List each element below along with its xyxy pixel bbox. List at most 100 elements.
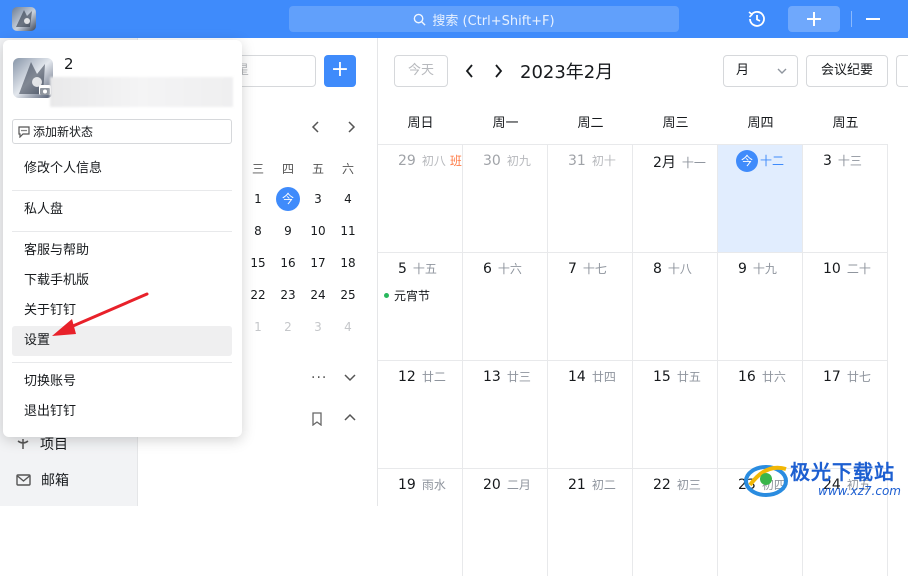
- sidebar-item-label: 邮箱: [41, 473, 69, 489]
- mini-day[interactable]: 17: [306, 251, 330, 275]
- day-label: 17: [823, 369, 841, 385]
- day-number: 12 廿二: [398, 368, 446, 385]
- day-label: 10: [823, 261, 841, 277]
- menu-item-logout[interactable]: 退出钉钉: [12, 397, 232, 427]
- day-cell[interactable]: 3 十三: [803, 144, 888, 252]
- mini-day-today[interactable]: 今: [276, 187, 300, 211]
- day-cell[interactable]: 8 十八: [633, 252, 718, 360]
- meeting-minutes-button[interactable]: 会议纪要: [806, 55, 888, 87]
- more-icon[interactable]: ···: [311, 370, 327, 386]
- search-placeholder: 搜索 (Ctrl+Shift+F): [432, 13, 555, 29]
- day-cell[interactable]: 31 初十: [548, 144, 633, 252]
- user-avatar[interactable]: [12, 7, 36, 31]
- menu-item-edit-profile[interactable]: 修改个人信息: [12, 154, 232, 184]
- mini-next-month-icon[interactable]: [346, 121, 358, 133]
- menu-item-about[interactable]: 关于钉钉: [12, 296, 232, 326]
- watermark-title: 极光下载站: [790, 460, 895, 484]
- add-event-button[interactable]: +: [324, 55, 356, 87]
- day-cell[interactable]: 13 廿三: [463, 360, 548, 468]
- calendar-event[interactable]: 元宵节: [384, 287, 430, 304]
- day-label: 5: [398, 261, 407, 277]
- mini-day[interactable]: 1: [246, 187, 270, 211]
- global-search-input[interactable]: 搜索 (Ctrl+Shift+F): [289, 6, 679, 32]
- add-status-button[interactable]: 添加新状态: [12, 119, 232, 144]
- today-button[interactable]: 今天: [394, 55, 448, 87]
- day-cell[interactable]: 12 廿二: [378, 360, 463, 468]
- mini-prev-month-icon[interactable]: [311, 121, 323, 133]
- day-cell[interactable]: 14 廿四: [548, 360, 633, 468]
- day-label: 20: [483, 477, 501, 493]
- create-button[interactable]: [788, 6, 840, 32]
- weekday-header: 周四: [747, 116, 774, 131]
- lunar-label: 廿二: [421, 370, 446, 384]
- history-icon[interactable]: [746, 8, 768, 30]
- day-cell[interactable]: 9 十九: [718, 252, 803, 360]
- watermark-url: www.xz7.com: [818, 484, 901, 498]
- mini-day[interactable]: 4: [336, 187, 360, 211]
- day-cell[interactable]: 21 初二: [548, 468, 633, 576]
- day-label: 15: [653, 369, 671, 385]
- minimize-button[interactable]: [866, 18, 880, 20]
- day-cell[interactable]: 16 廿六: [718, 360, 803, 468]
- top-bar: 搜索 (Ctrl+Shift+F): [0, 0, 908, 38]
- divider: [12, 190, 232, 191]
- mini-day[interactable]: 4: [336, 315, 360, 339]
- mini-day[interactable]: 8: [246, 219, 270, 243]
- divider: [12, 231, 232, 232]
- lunar-label: 廿六: [761, 370, 786, 384]
- mini-day[interactable]: 10: [306, 219, 330, 243]
- weekday-header: 周五: [832, 116, 859, 131]
- sidebar-item-mail[interactable]: 邮箱: [16, 470, 69, 490]
- day-cell[interactable]: 10 二十: [803, 252, 888, 360]
- day-cell[interactable]: 15 廿五: [633, 360, 718, 468]
- mini-day[interactable]: 3: [306, 187, 330, 211]
- day-number: 8 十八: [653, 260, 692, 277]
- day-number: 19 雨水: [398, 476, 446, 493]
- day-cell[interactable]: 7 十七: [548, 252, 633, 360]
- day-cell[interactable]: 19 雨水: [378, 468, 463, 576]
- view-select[interactable]: 月: [723, 55, 798, 87]
- mini-day[interactable]: 15: [246, 251, 270, 275]
- mini-day[interactable]: 16: [276, 251, 300, 275]
- mini-day[interactable]: 25: [336, 283, 360, 307]
- mini-day[interactable]: 1: [246, 315, 270, 339]
- mini-day[interactable]: 18: [336, 251, 360, 275]
- mini-day[interactable]: 3: [306, 315, 330, 339]
- mini-weekday: 三: [251, 162, 264, 176]
- day-label: 7: [568, 261, 577, 277]
- menu-item-private-disk[interactable]: 私人盘: [12, 195, 232, 225]
- more-options-button[interactable]: [896, 55, 908, 87]
- weekday-header: 周三: [662, 116, 689, 131]
- mini-day[interactable]: 2: [276, 315, 300, 339]
- day-label: 3: [823, 153, 832, 169]
- day-cell[interactable]: 30 初九: [463, 144, 548, 252]
- chevron-up-icon[interactable]: [344, 412, 356, 424]
- day-cell[interactable]: 2月 十一: [633, 144, 718, 252]
- day-cell[interactable]: 6 十六: [463, 252, 548, 360]
- day-cell[interactable]: 17 廿七: [803, 360, 888, 468]
- chevron-down-icon[interactable]: [344, 371, 356, 383]
- day-cell[interactable]: 20 二月: [463, 468, 548, 576]
- day-number: 31 初十: [568, 152, 616, 169]
- next-month-icon[interactable]: [490, 62, 506, 80]
- mini-day[interactable]: 23: [276, 283, 300, 307]
- sidebar-item-project[interactable]: 项目: [16, 434, 68, 454]
- mini-day[interactable]: 11: [336, 219, 360, 243]
- bookmark-icon[interactable]: [311, 412, 323, 427]
- day-cell[interactable]: 5 十五 元宵节: [378, 252, 463, 360]
- menu-item-download-mobile[interactable]: 下载手机版: [12, 266, 232, 296]
- mini-weekday: 四: [281, 162, 294, 176]
- day-number: 14 廿四: [568, 368, 616, 385]
- day-cell-today[interactable]: 今十二: [718, 144, 803, 252]
- menu-item-settings[interactable]: 设置: [12, 326, 232, 356]
- menu-item-switch-account[interactable]: 切换账号: [12, 367, 232, 397]
- mini-day[interactable]: 22: [246, 283, 270, 307]
- mini-day[interactable]: 24: [306, 283, 330, 307]
- day-cell[interactable]: 29 初八班: [378, 144, 463, 252]
- menu-item-support[interactable]: 客服与帮助: [12, 236, 232, 266]
- prev-month-icon[interactable]: [462, 62, 478, 80]
- lunar-label: 二十: [846, 262, 871, 276]
- day-cell[interactable]: 22 初三: [633, 468, 718, 576]
- mini-day[interactable]: 9: [276, 219, 300, 243]
- view-select-value: 月: [736, 63, 750, 78]
